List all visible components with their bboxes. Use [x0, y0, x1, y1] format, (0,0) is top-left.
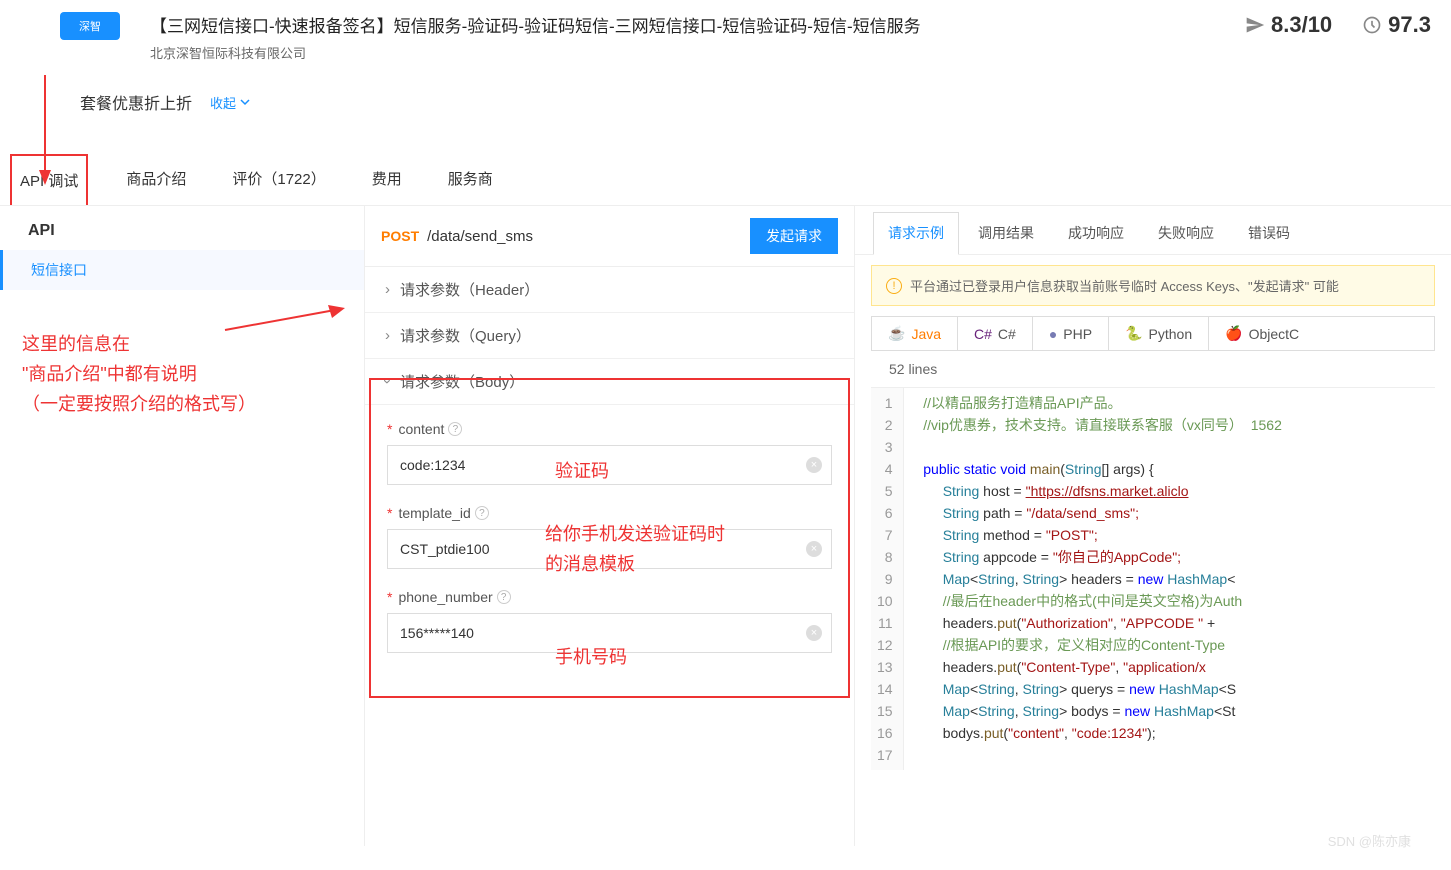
- request-panel: POST /data/send_sms 发起请求 › 请求参数（Header） …: [365, 206, 855, 846]
- section-body-params[interactable]: › 请求参数（Body）: [365, 359, 854, 405]
- main-tabs: API 调试 商品介绍 评价（1722） 费用 服务商: [0, 154, 1451, 206]
- help-icon[interactable]: ?: [497, 590, 511, 604]
- rating-score: 8.3/10: [1245, 12, 1332, 38]
- tab-vendor[interactable]: 服务商: [440, 154, 501, 205]
- tab-call-result[interactable]: 调用结果: [963, 212, 1049, 254]
- lang-tab-python[interactable]: 🐍Python: [1109, 317, 1209, 350]
- promo-title: 套餐优惠折上折: [80, 90, 192, 114]
- java-icon: ☕: [888, 325, 905, 342]
- lang-tab-java[interactable]: ☕Java: [872, 317, 958, 350]
- tab-pricing[interactable]: 费用: [364, 154, 410, 205]
- chevron-down-icon: [240, 97, 250, 107]
- chevron-right-icon: ›: [385, 327, 390, 344]
- help-icon[interactable]: ?: [448, 422, 462, 436]
- field-label-content: content: [398, 421, 444, 437]
- annotation-left-2: "商品介绍"中都有说明: [22, 360, 197, 386]
- tab-error-codes[interactable]: 错误码: [1233, 212, 1305, 254]
- field-label-phone: phone_number: [398, 589, 492, 605]
- field-label-template: template_id: [398, 505, 470, 521]
- section-query-params[interactable]: › 请求参数（Query）: [365, 313, 854, 359]
- info-icon: !: [886, 278, 902, 294]
- help-icon[interactable]: ?: [475, 506, 489, 520]
- watermark: SDN @陈亦康: [1328, 831, 1411, 850]
- collapse-link[interactable]: 收起: [210, 93, 250, 112]
- phone-input[interactable]: [387, 613, 832, 653]
- info-banner: ! 平台通过已登录用户信息获取当前账号临时 Access Keys、"发起请求"…: [871, 265, 1435, 306]
- code-editor[interactable]: 1234567891011121314151617 //以精品服务打造精品API…: [871, 388, 1435, 770]
- content-input[interactable]: [387, 445, 832, 485]
- sidebar-item-sms[interactable]: 短信接口: [0, 250, 364, 290]
- tab-success-resp[interactable]: 成功响应: [1053, 212, 1139, 254]
- tab-request-sample[interactable]: 请求示例: [873, 212, 959, 255]
- clear-icon[interactable]: ×: [806, 625, 822, 641]
- annotation-left-1: 这里的信息在: [22, 330, 130, 356]
- red-arrow-right-icon: [220, 300, 350, 340]
- chevron-right-icon: ›: [385, 281, 390, 298]
- endpoint-path: /data/send_sms: [427, 228, 750, 245]
- annotation-left-3: （一定要按照介绍的格式写）: [22, 390, 256, 416]
- clock-icon: [1362, 15, 1382, 35]
- header: 深智 【三网短信接口-快速报备签名】短信服务-验证码-验证码短信-三网短信接口-…: [0, 0, 1451, 70]
- lang-tab-objc[interactable]: 🍎ObjectC: [1209, 317, 1315, 350]
- lang-tab-php[interactable]: ●PHP: [1033, 317, 1109, 350]
- tab-api-debug[interactable]: API 调试: [10, 154, 88, 205]
- clear-icon[interactable]: ×: [806, 541, 822, 557]
- lang-tab-csharp[interactable]: C#C#: [958, 317, 1033, 350]
- http-method: POST: [381, 228, 419, 244]
- vendor-logo: 深智: [60, 12, 120, 40]
- tab-fail-resp[interactable]: 失败响应: [1143, 212, 1229, 254]
- product-title: 【三网短信接口-快速报备签名】短信服务-验证码-验证码短信-三网短信接口-短信验…: [150, 12, 1245, 37]
- company-name: 北京深智恒际科技有限公司: [150, 43, 1245, 62]
- csharp-icon: C#: [974, 326, 992, 342]
- clear-icon[interactable]: ×: [806, 457, 822, 473]
- python-icon: 🐍: [1125, 325, 1142, 342]
- invoke-button[interactable]: 发起请求: [750, 218, 838, 254]
- apple-icon: 🍎: [1225, 325, 1242, 342]
- send-icon: [1245, 15, 1265, 35]
- response-panel: 请求示例 调用结果 成功响应 失败响应 错误码 ! 平台通过已登录用户信息获取当…: [855, 206, 1451, 846]
- api-sidebar: API 短信接口 这里的信息在 "商品介绍"中都有说明 （一定要按照介绍的格式写…: [0, 206, 365, 846]
- api-heading: API: [0, 206, 364, 250]
- tab-reviews[interactable]: 评价（1722）: [224, 154, 333, 205]
- php-icon: ●: [1049, 326, 1057, 342]
- section-header-params[interactable]: › 请求参数（Header）: [365, 267, 854, 313]
- lines-count: 52 lines: [871, 351, 1435, 388]
- promo-bar: 套餐优惠折上折 收起: [0, 70, 1451, 154]
- line-gutter: 1234567891011121314151617: [871, 388, 904, 770]
- uptime-score: 97.3: [1362, 12, 1431, 38]
- chevron-down-icon: ›: [379, 379, 396, 384]
- template-input[interactable]: [387, 529, 832, 569]
- tab-product-intro[interactable]: 商品介绍: [118, 154, 194, 205]
